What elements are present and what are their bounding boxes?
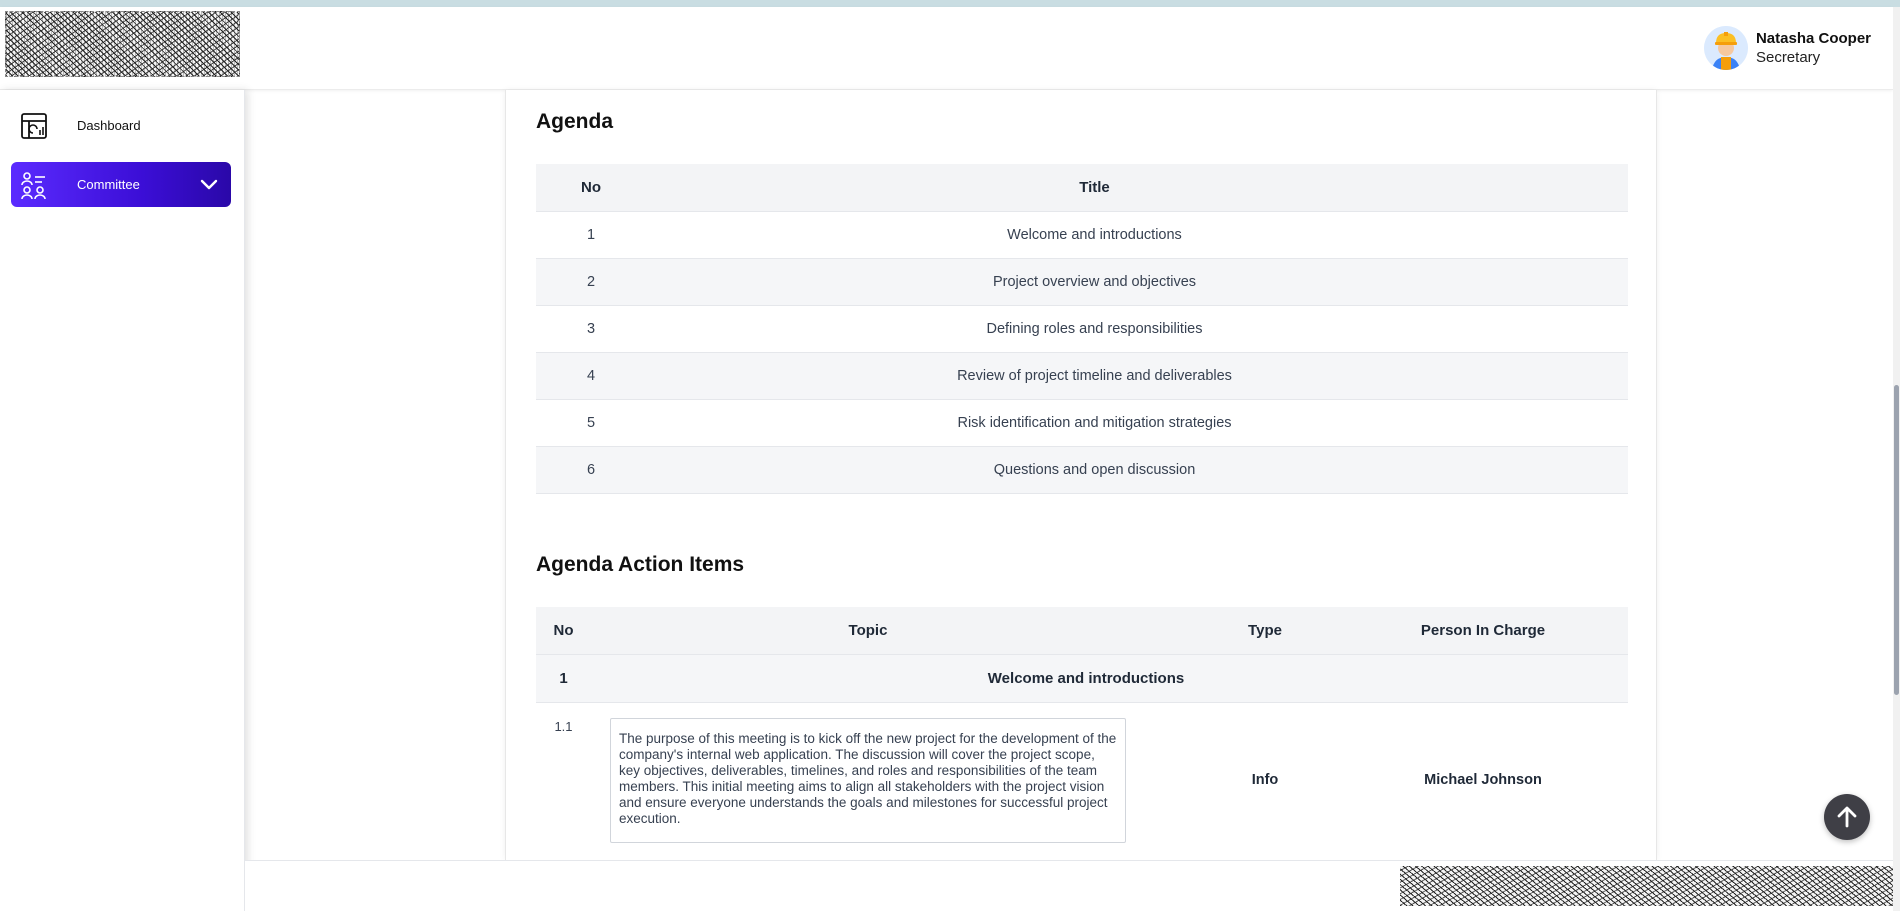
- table-row[interactable]: 6 Questions and open discussion: [536, 445, 1628, 494]
- construction-worker-avatar: [1703, 26, 1748, 70]
- user-role: Secretary: [1755, 49, 1821, 66]
- agenda-actions: [1543, 398, 1628, 446]
- agenda-heading: Agenda: [536, 110, 614, 133]
- group-no: 1: [536, 653, 591, 702]
- item-type: Info: [1145, 701, 1385, 858]
- footer-logo: [1400, 866, 1900, 906]
- item-person-in-charge: Michael Johnson: [1385, 701, 1581, 858]
- agenda-title: Review of project timeline and deliverab…: [646, 351, 1543, 399]
- group-title: Welcome and introductions: [591, 653, 1628, 702]
- table-row[interactable]: 4 Review of project timeline and deliver…: [536, 351, 1628, 399]
- chevron-down-icon[interactable]: [199, 174, 219, 194]
- agenda-title: Risk identification and mitigation strat…: [646, 398, 1543, 446]
- agenda-no: 1: [536, 210, 646, 258]
- action-items-table: No Topic Type Person In Charge 1 Welcome…: [536, 607, 1628, 858]
- column-header-person: Person In Charge: [1385, 607, 1581, 654]
- agenda-title: Welcome and introductions: [646, 210, 1543, 258]
- table-row[interactable]: 1.1 The purpose of this meeting is to ki…: [536, 701, 1628, 858]
- column-header-actions: [1581, 607, 1628, 654]
- agenda-action-items-heading: Agenda Action Items: [536, 553, 745, 576]
- sidebar-item-committee[interactable]: Committee: [11, 162, 231, 207]
- agenda-no: 3: [536, 304, 646, 352]
- agenda-no: 2: [536, 257, 646, 305]
- page-footer: [245, 860, 1900, 911]
- table-row[interactable]: 1 Welcome and introductions: [536, 210, 1628, 258]
- table-header-row: No Topic Type Person In Charge: [536, 607, 1628, 654]
- agenda-table: No Title 1 Welcome and introductions 2 P…: [536, 164, 1628, 494]
- agenda-title: Defining roles and responsibilities: [646, 304, 1543, 352]
- scroll-to-top-button[interactable]: [1824, 794, 1870, 840]
- dashboard-icon: [21, 112, 47, 139]
- agenda-actions: [1543, 210, 1628, 258]
- item-topic-cell: The purpose of this meeting is to kick o…: [591, 701, 1145, 858]
- agenda-title: Project overview and objectives: [646, 257, 1543, 305]
- table-row[interactable]: 5 Risk identification and mitigation str…: [536, 398, 1628, 446]
- agenda-actions: [1543, 304, 1628, 352]
- arrow-up-icon: [1837, 806, 1857, 828]
- table-header-row: No Title: [536, 164, 1628, 211]
- item-no: 1.1: [536, 701, 591, 858]
- brand-logo[interactable]: [5, 11, 240, 77]
- column-header-no: No: [536, 607, 591, 654]
- column-header-topic: Topic: [591, 607, 1145, 654]
- column-header-title: Title: [646, 164, 1543, 211]
- item-actions: [1581, 701, 1628, 858]
- agenda-no: 5: [536, 398, 646, 446]
- agenda-actions: [1543, 257, 1628, 305]
- group-row: 1 Welcome and introductions: [536, 653, 1628, 702]
- browser-top-strip: [0, 0, 1900, 7]
- table-row[interactable]: 3 Defining roles and responsibilities: [536, 304, 1628, 352]
- committee-icon: [21, 171, 46, 199]
- sidebar-item-dashboard[interactable]: Dashboard: [11, 103, 231, 148]
- table-row[interactable]: 2 Project overview and objectives: [536, 257, 1628, 305]
- topic-description-box[interactable]: The purpose of this meeting is to kick o…: [610, 717, 1126, 843]
- user-name: Natasha Cooper: [1755, 30, 1871, 47]
- agenda-title: Questions and open discussion: [646, 445, 1543, 494]
- agenda-actions: [1543, 351, 1628, 399]
- user-profile[interactable]: Natasha Cooper Secretary: [1703, 24, 1871, 72]
- scrollbar-thumb[interactable]: [1894, 385, 1899, 695]
- column-header-type: Type: [1145, 607, 1385, 654]
- agenda-actions: [1543, 445, 1628, 494]
- column-header-no: No: [536, 164, 646, 211]
- agenda-no: 4: [536, 351, 646, 399]
- agenda-no: 6: [536, 445, 646, 494]
- sidebar-item-label: Committee: [77, 177, 140, 192]
- top-header: Natasha Cooper Secretary: [0, 7, 1893, 90]
- main-content-card: Agenda No Title 1 Welcome and introducti…: [505, 90, 1657, 860]
- column-header-actions: [1543, 164, 1628, 211]
- sidebar: Dashboard Committee: [0, 90, 245, 911]
- sidebar-item-label: Dashboard: [77, 118, 141, 133]
